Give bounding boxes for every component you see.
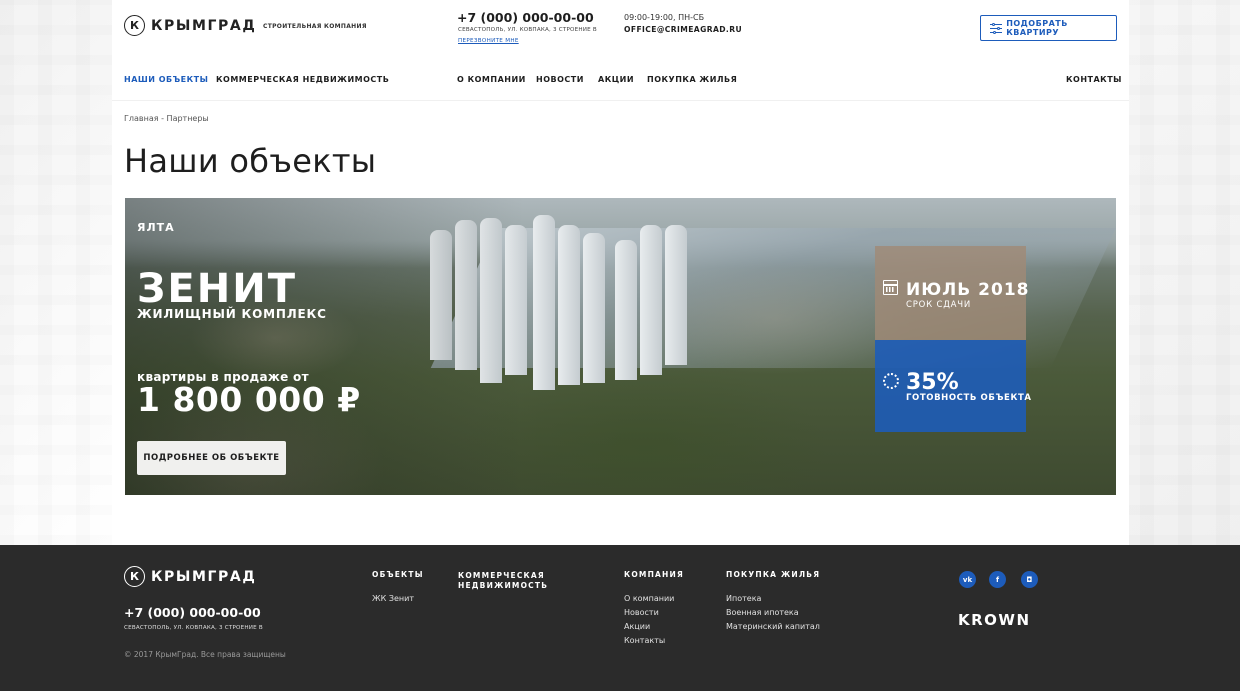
filter-sliders-icon xyxy=(990,22,1002,34)
object-city: ЯЛТА xyxy=(137,221,175,234)
footer-head-commercial-line1: КОММЕРЧЕСКАЯ xyxy=(458,571,545,580)
completion-date-value: ИЮЛЬ 2018 xyxy=(906,280,1030,300)
footer-link-contacts[interactable]: Контакты xyxy=(624,636,665,645)
nav-item-commercial[interactable]: КОММЕРЧЕСКАЯ НЕДВИЖИМОСТЬ xyxy=(216,75,389,84)
progress-ring-icon xyxy=(883,373,899,389)
calendar-icon xyxy=(883,280,898,295)
readiness-value: 35% xyxy=(906,370,959,395)
completion-date-label: СРОК СДАЧИ xyxy=(906,300,972,310)
footer: К КРЫМГРАД +7 (000) 000-00-00 СЕВАСТОПОЛ… xyxy=(0,545,1240,691)
footer-head-commercial[interactable]: КОММЕРЧЕСКАЯ НЕДВИЖИМОСТЬ xyxy=(458,571,548,591)
footer-link-zenit[interactable]: ЖК Зенит xyxy=(372,594,414,603)
breadcrumb-separator: - xyxy=(158,114,167,123)
pick-apartment-label: ПОДОБРАТЬ КВАРТИРУ xyxy=(1006,19,1068,37)
footer-logo[interactable]: К КРЫМГРАД xyxy=(124,566,256,587)
footer-head-objects[interactable]: ОБЪЕКТЫ xyxy=(372,570,424,580)
breadcrumb-home[interactable]: Главная xyxy=(124,114,159,123)
header-address: СЕВАСТОПОЛЬ, УЛ. КОВПАКА, 3 СТРОЕНИЕ В xyxy=(458,27,597,33)
pick-apartment-button[interactable]: ПОДОБРАТЬ КВАРТИРУ xyxy=(980,15,1117,41)
footer-logo-text: КРЫМГРАД xyxy=(151,568,257,585)
tagline: СТРОИТЕЛЬНАЯ КОМПАНИЯ xyxy=(263,23,367,30)
header-email[interactable]: OFFICE@CRIMEAGRAD.RU xyxy=(624,25,742,34)
readiness-label: ГОТОВНОСТЬ ОБЪЕКТА xyxy=(906,393,1032,403)
footer-logo-mark-icon: К xyxy=(124,566,145,587)
page-title: Наши объекты xyxy=(124,142,377,180)
nav-item-about[interactable]: О КОМПАНИИ xyxy=(457,75,526,84)
breadcrumb: Главная - Партнеры xyxy=(124,114,209,123)
logo-text: КРЫМГРАД xyxy=(151,17,257,34)
footer-link-about[interactable]: О компании xyxy=(624,594,674,603)
footer-head-commercial-line2: НЕДВИЖИМОСТЬ xyxy=(458,581,549,590)
logo-mark-icon: К xyxy=(124,15,145,36)
logo[interactable]: К КРЫМГРАД xyxy=(124,15,256,36)
nav-item-buying[interactable]: ПОКУПКА ЖИЛЬЯ xyxy=(647,75,737,84)
footer-link-promos[interactable]: Акции xyxy=(624,622,650,631)
header-phone[interactable]: +7 (000) 000-00-00 xyxy=(457,10,594,25)
footer-link-maternity-capital[interactable]: Материнский капитал xyxy=(726,622,820,631)
working-hours: 09:00-19:00, ПН-СБ xyxy=(624,13,705,22)
footer-link-mortgage[interactable]: Ипотека xyxy=(726,594,761,603)
callback-link[interactable]: ПЕРЕЗВОНИТЕ МНЕ xyxy=(458,38,519,44)
developer-logo[interactable]: KROWN xyxy=(958,611,1031,629)
object-details-button[interactable]: ПОДРОБНЕЕ ОБ ОБЪЕКТЕ xyxy=(137,441,286,475)
nav-item-promos[interactable]: АКЦИИ xyxy=(598,75,634,84)
price-value: 1 800 000 ₽ xyxy=(137,380,361,419)
footer-head-buying[interactable]: ПОКУПКА ЖИЛЬЯ xyxy=(726,570,820,580)
footer-link-military-mortgage[interactable]: Военная ипотека xyxy=(726,608,799,617)
nav-item-contacts[interactable]: КОНТАКТЫ xyxy=(1066,75,1122,84)
facebook-icon[interactable]: f xyxy=(989,571,1006,588)
instagram-icon[interactable]: ◘ xyxy=(1021,571,1038,588)
footer-copyright: © 2017 КрымГрад. Все права защищены xyxy=(124,650,286,659)
header: К КРЫМГРАД СТРОИТЕЛЬНАЯ КОМПАНИЯ +7 (000… xyxy=(0,0,1240,56)
footer-head-company[interactable]: КОМПАНИЯ xyxy=(624,570,684,580)
footer-phone[interactable]: +7 (000) 000-00-00 xyxy=(124,605,261,620)
nav-item-news[interactable]: НОВОСТИ xyxy=(536,75,584,84)
object-name: ЗЕНИТ xyxy=(137,266,297,312)
vk-icon[interactable]: vk xyxy=(959,571,976,588)
footer-address: СЕВАСТОПОЛЬ, УЛ. КОВПАКА, 3 СТРОЕНИЕ В xyxy=(124,625,263,631)
nav-item-objects[interactable]: НАШИ ОБЪЕКТЫ xyxy=(124,75,208,84)
footer-link-news[interactable]: Новости xyxy=(624,608,659,617)
main-nav: НАШИ ОБЪЕКТЫ КОММЕРЧЕСКАЯ НЕДВИЖИМОСТЬ О… xyxy=(112,58,1129,100)
object-type: ЖИЛИЩНЫЙ КОМПЛЕКС xyxy=(137,307,327,321)
breadcrumb-current: Партнеры xyxy=(166,114,209,123)
